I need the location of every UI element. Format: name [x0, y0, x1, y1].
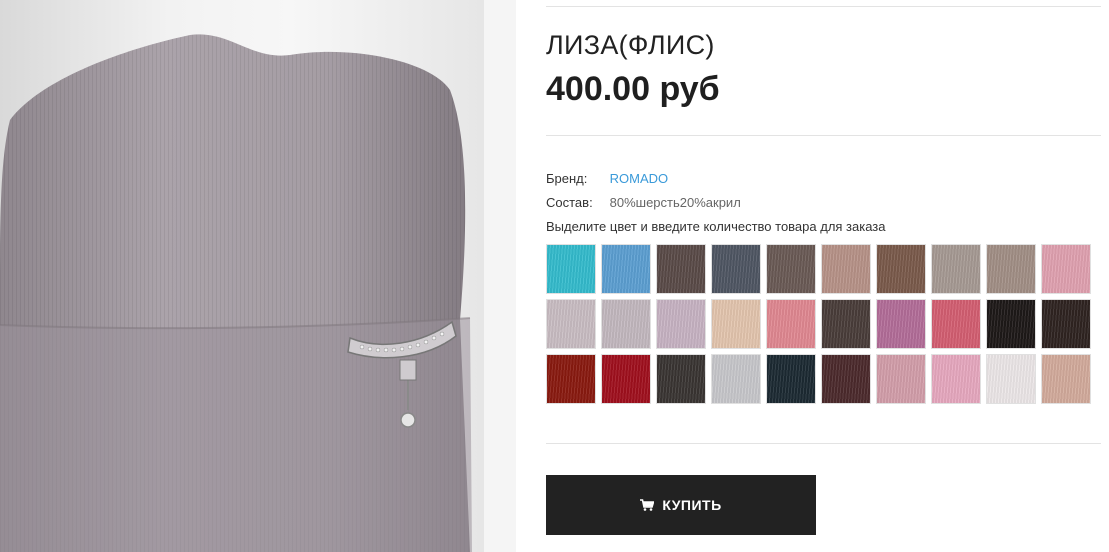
- composition-row: Состав: 80%шерсть20%акрил: [546, 195, 741, 210]
- buy-button[interactable]: КУПИТЬ: [546, 475, 816, 535]
- brand-label: Бренд:: [546, 171, 588, 186]
- color-swatch[interactable]: [1041, 299, 1091, 349]
- color-swatch[interactable]: [876, 299, 926, 349]
- product-info: ЛИЗА(ФЛИС) 400.00 руб Бренд: ROMADO Сост…: [546, 0, 1101, 552]
- product-title: ЛИЗА(ФЛИС): [546, 30, 715, 60]
- brand-link[interactable]: ROMADO: [610, 171, 669, 186]
- color-swatch-grid: [546, 244, 1091, 404]
- color-swatch[interactable]: [931, 299, 981, 349]
- buy-button-label: КУПИТЬ: [662, 497, 722, 513]
- divider: [546, 135, 1101, 136]
- shopping-cart-icon: [640, 499, 655, 511]
- color-swatch[interactable]: [656, 244, 706, 294]
- color-swatch[interactable]: [931, 244, 981, 294]
- brand-row: Бренд: ROMADO: [546, 171, 668, 186]
- color-swatch[interactable]: [546, 244, 596, 294]
- knit-hat-image: [0, 34, 472, 552]
- photo-gutter: [484, 0, 516, 552]
- color-swatch[interactable]: [821, 354, 871, 404]
- color-swatch[interactable]: [986, 299, 1036, 349]
- color-swatch[interactable]: [601, 354, 651, 404]
- color-swatch[interactable]: [986, 354, 1036, 404]
- color-swatch[interactable]: [711, 299, 761, 349]
- color-swatch[interactable]: [931, 354, 981, 404]
- composition-value: 80%шерсть20%акрил: [609, 195, 741, 210]
- color-swatch[interactable]: [546, 299, 596, 349]
- color-swatch[interactable]: [711, 244, 761, 294]
- color-select-hint: Выделите цвет и введите количество товар…: [546, 219, 886, 234]
- color-swatch[interactable]: [876, 244, 926, 294]
- color-swatch[interactable]: [766, 354, 816, 404]
- color-swatch[interactable]: [876, 354, 926, 404]
- composition-label: Состав:: [546, 195, 593, 210]
- color-swatch[interactable]: [656, 299, 706, 349]
- color-swatch[interactable]: [766, 244, 816, 294]
- color-swatch[interactable]: [601, 299, 651, 349]
- divider: [546, 443, 1101, 444]
- color-swatch[interactable]: [546, 354, 596, 404]
- color-swatch[interactable]: [821, 244, 871, 294]
- color-swatch[interactable]: [986, 244, 1036, 294]
- product-page: ЛИЗА(ФЛИС) 400.00 руб Бренд: ROMADO Сост…: [0, 0, 1109, 552]
- color-swatch[interactable]: [601, 244, 651, 294]
- color-swatch[interactable]: [656, 354, 706, 404]
- color-swatch[interactable]: [821, 299, 871, 349]
- product-price: 400.00 руб: [546, 70, 720, 108]
- color-swatch[interactable]: [766, 299, 816, 349]
- product-photo: [0, 0, 484, 552]
- color-swatch[interactable]: [711, 354, 761, 404]
- color-swatch[interactable]: [1041, 354, 1091, 404]
- color-swatch[interactable]: [1041, 244, 1091, 294]
- divider: [546, 6, 1101, 7]
